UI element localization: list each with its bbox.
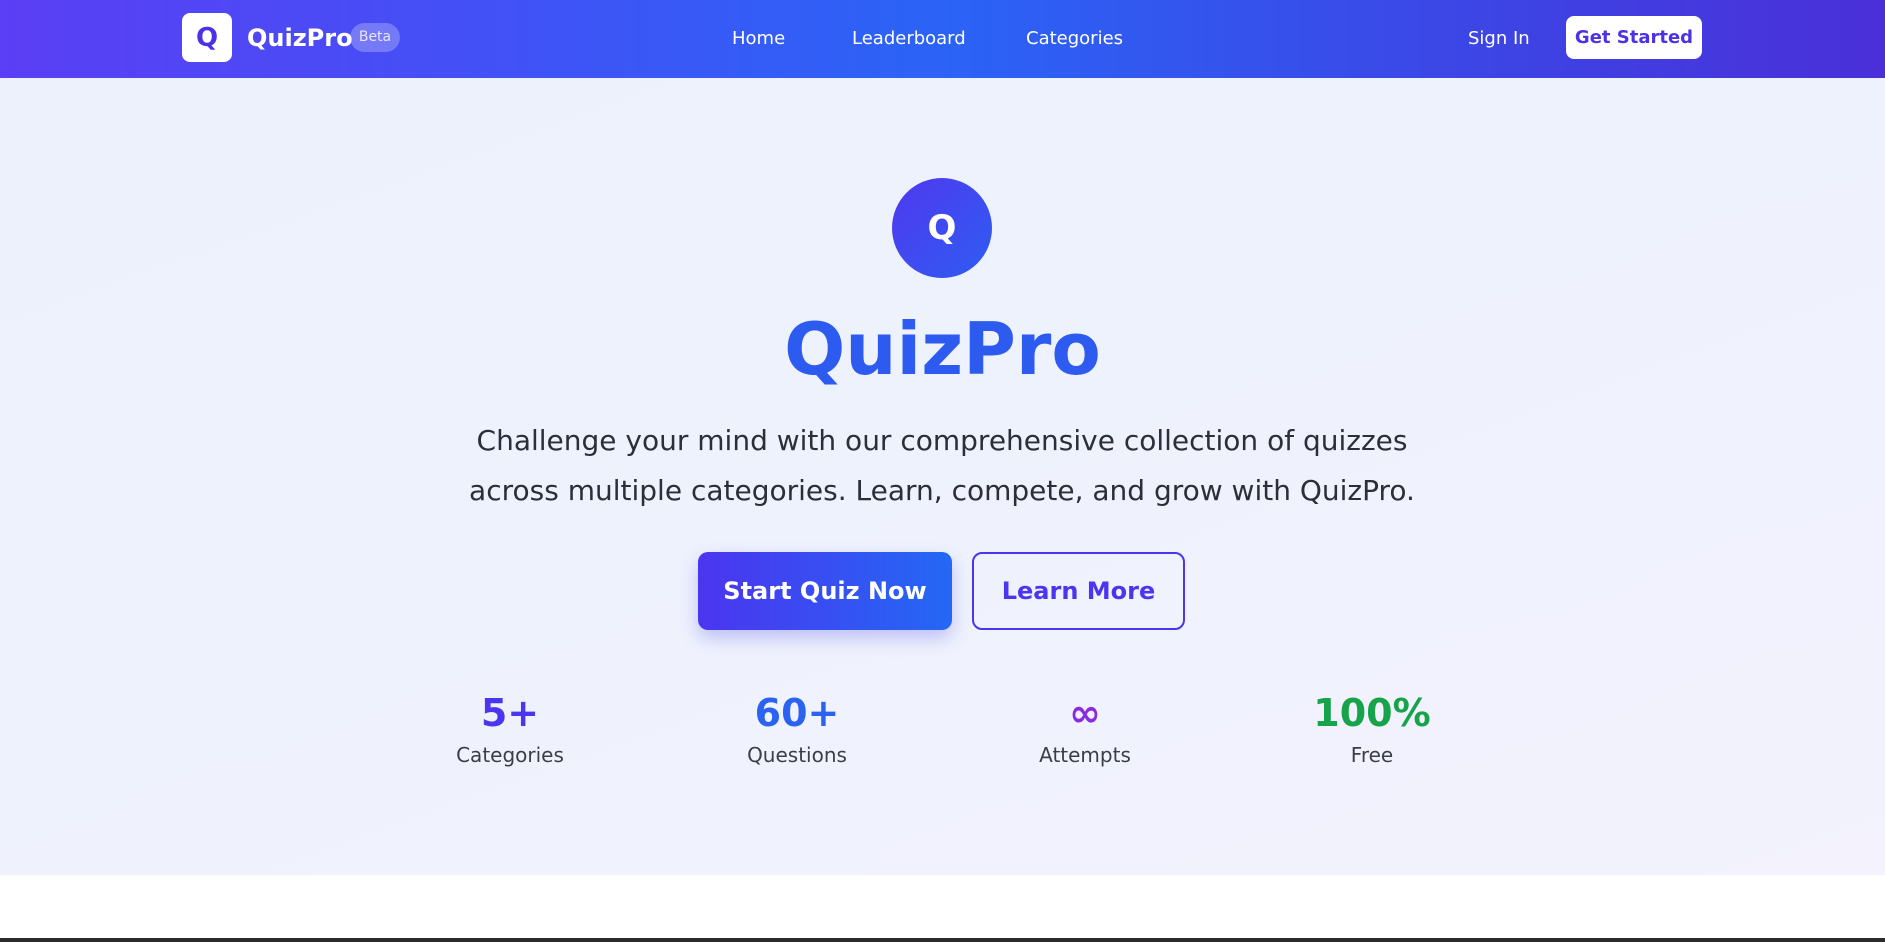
nav-link-categories[interactable]: Categories bbox=[1026, 27, 1123, 51]
stat-value: 100% bbox=[1313, 691, 1431, 735]
hero-subtitle: Challenge your mind with our comprehensi… bbox=[469, 424, 1415, 507]
stat-value: ∞ bbox=[1069, 691, 1101, 735]
logo-icon[interactable]: Q bbox=[182, 13, 232, 62]
stat-value: 60+ bbox=[754, 691, 840, 735]
navbar: Q QuizPro Beta Home Leaderboard Categori… bbox=[0, 0, 1885, 78]
stat-label: Categories bbox=[456, 743, 564, 767]
brand-name[interactable]: QuizPro bbox=[247, 23, 353, 53]
hero-logo-icon: Q bbox=[892, 178, 992, 278]
stat-label: Attempts bbox=[1039, 743, 1131, 767]
hero-title: QuizPro bbox=[784, 307, 1101, 391]
get-started-button[interactable]: Get Started bbox=[1566, 16, 1702, 59]
stat-label: Free bbox=[1350, 743, 1394, 767]
hero-section: Q QuizPro Challenge your mind with our c… bbox=[0, 78, 1885, 875]
nav-link-leaderboard[interactable]: Leaderboard bbox=[852, 27, 966, 51]
start-quiz-button[interactable]: Start Quiz Now bbox=[698, 552, 952, 630]
stat-value: 5+ bbox=[480, 691, 540, 735]
logo-letter: Q bbox=[195, 22, 219, 53]
sign-in-link[interactable]: Sign In bbox=[1468, 27, 1530, 51]
nav-link-home[interactable]: Home bbox=[732, 27, 785, 51]
stat-questions: 60+ Questions bbox=[697, 690, 897, 768]
stat-categories: 5+ Categories bbox=[410, 690, 610, 768]
stat-free: 100% Free bbox=[1272, 690, 1472, 768]
hero-icon-letter: Q bbox=[927, 208, 957, 248]
beta-badge: Beta bbox=[350, 23, 400, 52]
stat-label: Questions bbox=[747, 743, 847, 767]
bottom-divider bbox=[0, 938, 1885, 942]
learn-more-button[interactable]: Learn More bbox=[972, 552, 1185, 630]
stat-attempts: ∞ Attempts bbox=[985, 690, 1185, 768]
